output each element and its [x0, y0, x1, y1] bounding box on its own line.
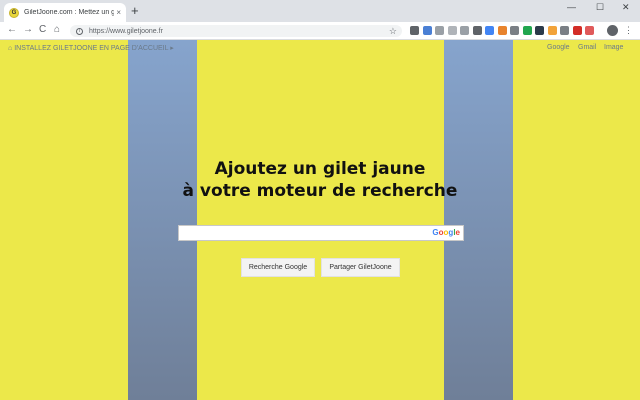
browser-toolbar: ← → C ⌂ i https://www.giletjoone.fr ☆ ⋮ [0, 22, 640, 40]
forward-icon[interactable]: → [23, 24, 33, 36]
tab-title: GiletJoone.com : Mettez un gilet jaune [24, 9, 115, 16]
home-icon[interactable]: ⌂ [54, 24, 60, 36]
favicon-icon: G [9, 7, 19, 18]
info-icon[interactable]: i [76, 27, 83, 35]
slash-icon[interactable] [560, 26, 569, 35]
chat-icon[interactable] [447, 26, 457, 35]
camera-icon[interactable] [460, 26, 469, 35]
tab-strip: G GiletJoone.com : Mettez un gilet jaune… [0, 0, 640, 22]
profile-avatar[interactable] [607, 25, 618, 36]
install-label: INSTALLEZ GILETJOONE EN PAGE D'ACCUEIL [14, 45, 169, 52]
yellow-stripe-left [0, 40, 128, 400]
calendar-icon[interactable] [422, 26, 432, 35]
url-text: https://www.giletjoone.fr [89, 27, 163, 35]
new-tab-button[interactable]: + [131, 4, 139, 18]
lastpass-icon[interactable] [572, 26, 582, 35]
search-input[interactable]: Google [178, 225, 464, 241]
headline-line-1: Ajoutez un gilet jaune [214, 159, 426, 179]
menu-icon[interactable]: ⋮ [624, 24, 633, 36]
download-icon[interactable] [472, 26, 482, 35]
install-homepage-link[interactable]: ⌂ INSTALLEZ GILETJOONE EN PAGE D'ACCUEIL… [8, 44, 174, 52]
yellow-stripe-right [513, 40, 640, 400]
yellow-stripe-center [197, 40, 444, 400]
page-top-bar: ⌂ INSTALLEZ GILETJOONE EN PAGE D'ACCUEIL… [0, 44, 640, 56]
arrow-right-icon: ▸ [170, 45, 174, 52]
page-headline: Ajoutez un gilet jaune à votre moteur de… [0, 158, 640, 202]
grid-icon[interactable] [510, 26, 519, 35]
address-bar[interactable]: i https://www.giletjoone.fr ☆ [70, 25, 402, 37]
pinwheel-icon[interactable] [547, 26, 557, 35]
maximize-icon[interactable]: ☐ [596, 2, 604, 13]
page-content: ⌂ INSTALLEZ GILETJOONE EN PAGE D'ACCUEIL… [0, 40, 640, 400]
gmail-link[interactable]: Gmail [578, 44, 596, 51]
google-link[interactable]: Google [547, 44, 570, 51]
palette-icon[interactable] [497, 26, 507, 35]
recycle-icon[interactable] [410, 26, 419, 35]
share-button[interactable]: Partager GiletJoone [321, 258, 400, 277]
translate-icon[interactable] [485, 26, 494, 35]
headline-line-2: à votre moteur de recherche [182, 181, 458, 201]
home-small-icon: ⌂ [8, 45, 13, 52]
bookmark-star-icon[interactable]: ☆ [389, 25, 397, 37]
record-icon[interactable] [585, 26, 594, 35]
card-icon[interactable] [435, 26, 444, 35]
back-icon[interactable]: ← [7, 24, 17, 36]
google-search-button[interactable]: Recherche Google [241, 258, 315, 277]
tab-close-icon[interactable]: × [116, 8, 121, 17]
reload-icon[interactable]: C [39, 24, 46, 36]
minimize-icon[interactable]: — [567, 2, 576, 12]
window-close-icon[interactable]: ✕ [622, 2, 630, 13]
google-logo: Google [432, 228, 460, 237]
evernote-icon[interactable] [522, 26, 532, 35]
images-link[interactable]: Image [604, 44, 623, 51]
s-icon[interactable] [535, 26, 544, 35]
browser-tab[interactable]: G GiletJoone.com : Mettez un gilet jaune… [4, 3, 126, 22]
